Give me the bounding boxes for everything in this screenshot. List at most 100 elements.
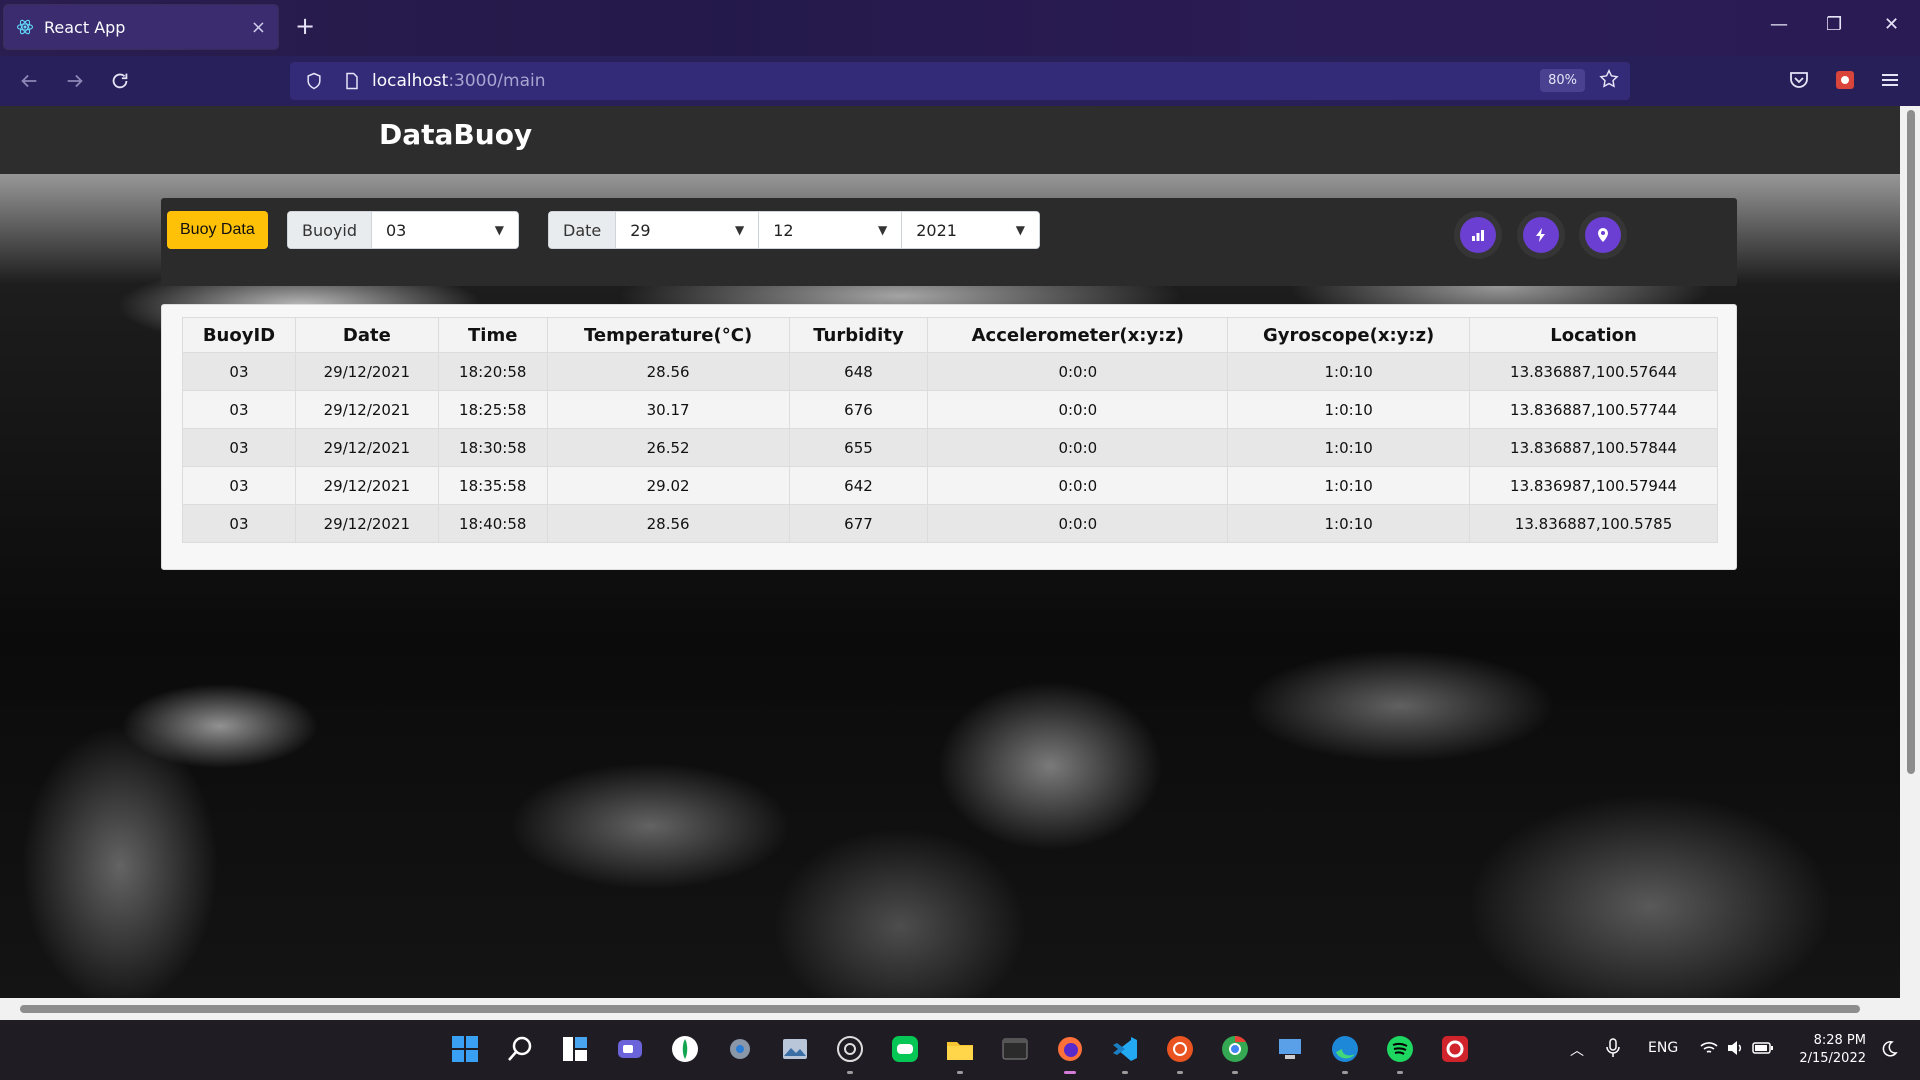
power-view-button[interactable] xyxy=(1523,217,1559,253)
vertical-scroll-thumb[interactable] xyxy=(1907,110,1915,774)
menu-icon[interactable] xyxy=(1878,68,1902,92)
running-indicator xyxy=(1397,1071,1403,1074)
cell-gyroscope: 1:0:10 xyxy=(1227,352,1471,391)
spotify-icon[interactable] xyxy=(1385,1034,1415,1064)
window-close-button[interactable]: ✕ xyxy=(1884,14,1899,35)
app-brand[interactable]: DataBuoy xyxy=(379,118,532,151)
table-header-row: BuoyID Date Time Temperature(°C) Turbidi… xyxy=(182,317,1718,353)
cell-buoyid: 03 xyxy=(182,466,296,505)
back-icon[interactable] xyxy=(16,68,42,94)
forward-icon[interactable] xyxy=(62,68,88,94)
edge-icon[interactable] xyxy=(1330,1034,1360,1064)
window-restore-button[interactable]: ❐ xyxy=(1826,14,1842,35)
line-messenger-icon[interactable] xyxy=(890,1034,920,1064)
zoom-level-badge[interactable]: 80% xyxy=(1540,69,1585,92)
language-indicator[interactable]: ENG xyxy=(1648,1040,1678,1056)
terminal-icon[interactable] xyxy=(1000,1034,1030,1064)
month-value: 12 xyxy=(773,220,794,240)
cell-buoyid: 03 xyxy=(182,428,296,467)
new-tab-button[interactable]: + xyxy=(295,12,315,40)
moon-notification-icon[interactable] xyxy=(1880,1040,1898,1058)
taskbar-clock[interactable]: 8:28 PM 2/15/2022 xyxy=(1799,1032,1866,1068)
col-header-temperature: Temperature(°C) xyxy=(546,317,790,353)
table-row: 03 29/12/2021 18:35:58 29.02 642 0:0:0 1… xyxy=(182,466,1718,505)
microphone-icon[interactable] xyxy=(1605,1038,1621,1058)
battery-icon[interactable] xyxy=(1752,1040,1774,1056)
file-explorer-icon[interactable] xyxy=(945,1034,975,1064)
vertical-scrollbar[interactable] xyxy=(1900,106,1920,998)
col-header-location: Location xyxy=(1469,317,1718,353)
react-icon xyxy=(16,19,34,35)
running-indicator xyxy=(1232,1071,1238,1074)
bookmark-star-icon[interactable] xyxy=(1598,68,1620,90)
cell-location: 13.836887,100.57644 xyxy=(1469,352,1718,391)
window-minimize-button[interactable]: — xyxy=(1770,14,1788,35)
shield-icon[interactable] xyxy=(304,71,324,91)
settings-icon[interactable] xyxy=(725,1034,755,1064)
cell-buoyid: 03 xyxy=(182,504,296,543)
cell-accelerometer: 0:0:0 xyxy=(927,428,1229,467)
cell-location: 13.836887,100.57744 xyxy=(1469,390,1718,429)
cell-turbidity: 648 xyxy=(788,352,929,391)
teams-chat-icon[interactable] xyxy=(615,1034,645,1064)
day-select[interactable]: 29 ▼ xyxy=(616,212,760,248)
line-app-icon[interactable] xyxy=(670,1034,700,1064)
buoyid-select[interactable]: 03 ▼ xyxy=(371,212,518,248)
cell-temperature: 30.17 xyxy=(546,390,790,429)
col-header-gyroscope: Gyroscope(x:y:z) xyxy=(1227,317,1471,353)
remote-desktop-icon[interactable] xyxy=(1275,1034,1305,1064)
cell-time: 18:30:58 xyxy=(437,428,548,467)
cell-time: 18:25:58 xyxy=(437,390,548,429)
widgets-icon[interactable] xyxy=(560,1034,590,1064)
chevron-up-icon[interactable]: ︿ xyxy=(1570,1040,1584,1060)
cell-temperature: 28.56 xyxy=(546,504,790,543)
horizontal-scroll-thumb[interactable] xyxy=(20,1005,1860,1013)
url-path: :3000/main xyxy=(448,71,546,91)
wifi-icon[interactable] xyxy=(1700,1040,1718,1056)
ubuntu-icon[interactable] xyxy=(1165,1034,1195,1064)
tab-close-icon[interactable]: × xyxy=(251,17,266,38)
pocket-icon[interactable] xyxy=(1787,68,1811,92)
url-bar[interactable]: localhost:3000/main 80% xyxy=(290,62,1630,100)
search-icon[interactable] xyxy=(505,1034,535,1064)
data-table-card: BuoyID Date Time Temperature(°C) Turbidi… xyxy=(161,304,1737,570)
cell-gyroscope: 1:0:10 xyxy=(1227,466,1471,505)
date-label: Date xyxy=(549,212,617,248)
chrome-icon[interactable] xyxy=(1220,1034,1250,1064)
cell-gyroscope: 1:0:10 xyxy=(1227,428,1471,467)
cell-date: 29/12/2021 xyxy=(294,390,439,429)
vscode-icon[interactable] xyxy=(1110,1034,1140,1064)
buoyid-label: Buoyid xyxy=(288,212,372,248)
reload-icon[interactable] xyxy=(107,68,133,94)
chart-view-button[interactable] xyxy=(1460,217,1496,253)
cell-turbidity: 655 xyxy=(788,428,929,467)
cell-date: 29/12/2021 xyxy=(294,428,439,467)
page-viewport: DataBuoy Buoy Data Buoyid 03 ▼ Date 29 ▼… xyxy=(0,106,1900,998)
year-select[interactable]: 2021 ▼ xyxy=(902,212,1039,248)
table-row: 03 29/12/2021 18:30:58 26.52 655 0:0:0 1… xyxy=(182,428,1718,467)
day-value: 29 xyxy=(630,220,651,240)
cell-location: 13.836887,100.57844 xyxy=(1469,428,1718,467)
firefox-icon[interactable] xyxy=(1055,1034,1085,1064)
cell-gyroscope: 1:0:10 xyxy=(1227,504,1471,543)
table-row: 03 29/12/2021 18:40:58 28.56 677 0:0:0 1… xyxy=(182,504,1718,543)
controls-panel: Buoy Data Buoyid 03 ▼ Date 29 ▼ 12 ▼ 202… xyxy=(161,198,1737,286)
volume-icon[interactable] xyxy=(1726,1040,1744,1056)
chevron-down-icon: ▼ xyxy=(735,223,745,237)
garena-icon[interactable] xyxy=(1440,1034,1470,1064)
chevron-down-icon: ▼ xyxy=(494,223,504,237)
browser-tab-react-app[interactable]: React App × xyxy=(4,5,278,49)
photos-icon[interactable] xyxy=(780,1034,810,1064)
horizontal-scrollbar[interactable] xyxy=(0,998,1920,1020)
lightning-icon xyxy=(1536,228,1545,242)
buoy-data-button[interactable]: Buoy Data xyxy=(167,211,268,249)
url-host: localhost xyxy=(372,71,449,91)
obs-icon[interactable] xyxy=(835,1034,865,1064)
cell-date: 29/12/2021 xyxy=(294,504,439,543)
month-select[interactable]: 12 ▼ xyxy=(759,212,903,248)
extension-icon[interactable] xyxy=(1833,68,1857,92)
windows-start-icon[interactable] xyxy=(450,1034,480,1064)
app-header: DataBuoy xyxy=(0,106,1900,174)
map-view-button[interactable] xyxy=(1585,217,1621,253)
year-value: 2021 xyxy=(916,220,957,240)
